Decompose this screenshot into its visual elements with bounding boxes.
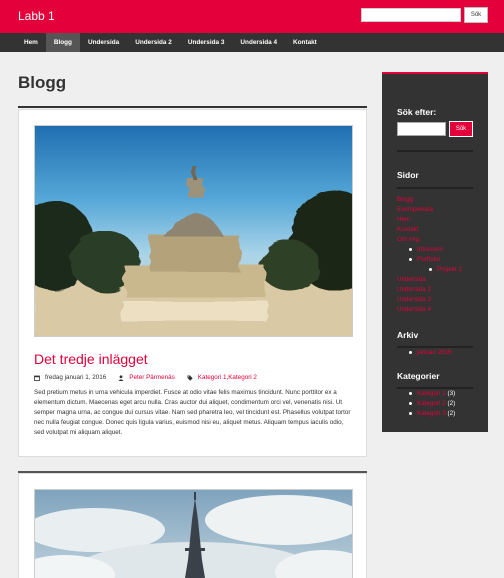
widget-divider [397, 346, 473, 348]
post-meta: fredag januari 1, 2016 Peter Pärmenäs Ka… [34, 374, 257, 381]
category-link[interactable]: Kategori 2 [417, 400, 446, 407]
sidebar-page-link[interactable]: Exempelsida [397, 206, 433, 213]
nav-item-undersida-2[interactable]: Undersida 2 [127, 33, 180, 52]
archive-widget-title: Arkiv [397, 330, 419, 340]
category-count: (2) [447, 410, 456, 417]
categories-widget-title: Kategorier [397, 371, 440, 381]
category-count: (2) [447, 400, 456, 407]
widget-divider [397, 187, 473, 189]
page-title: Blogg [18, 73, 67, 92]
sidebar-page-link[interactable]: Om mig [397, 236, 419, 243]
nav-item-hem[interactable]: Hem [16, 33, 46, 52]
sidebar-search-button[interactable]: Sök [449, 121, 473, 137]
list-bullet [409, 258, 412, 261]
blog-post: Det tredje inlägget fredag januari 1, 20… [18, 109, 367, 457]
blog-post [18, 473, 367, 578]
title-divider [18, 106, 367, 108]
site-title[interactable]: Labb 1 [18, 9, 55, 23]
sidebar-page-link[interactable]: Intressen [417, 246, 443, 253]
sidebar-page-link[interactable]: Blogg [397, 196, 413, 203]
category-link[interactable]: Kategori 3 [417, 410, 446, 417]
widget-divider [397, 387, 473, 389]
tag-icon [187, 375, 193, 381]
widget-divider [397, 150, 473, 152]
post-author[interactable]: Peter Pärmenäs [129, 374, 175, 381]
nav-item-blogg[interactable]: Blogg [45, 33, 80, 52]
sidebar-page-link[interactable]: Undersida 2 [397, 286, 431, 293]
user-icon [118, 374, 124, 381]
archive-link[interactable]: januari 2016 [417, 349, 452, 356]
header-search-input[interactable] [361, 8, 461, 22]
nav-item-undersida-4[interactable]: Undersida 4 [232, 33, 285, 52]
nav-item-undersida[interactable]: Undersida [80, 33, 127, 52]
category-count: (3) [447, 390, 456, 397]
nav-item-kontakt[interactable]: Kontakt [285, 33, 325, 52]
sidebar-page-link[interactable]: Kontakt [397, 226, 418, 233]
list-bullet [409, 392, 412, 395]
search-widget-title: Sök efter: [397, 107, 437, 117]
category-link[interactable]: Kategori 1 [417, 390, 446, 397]
sidebar-page-link[interactable]: Hem [397, 216, 410, 223]
pages-widget-title: Sidor [397, 170, 419, 180]
list-bullet [409, 351, 412, 354]
sidebar-page-link[interactable]: Undersida [397, 276, 426, 283]
sidebar-search-input[interactable] [397, 122, 446, 136]
sidebar-page-link[interactable]: Projekt 1 [437, 266, 462, 273]
calendar-icon [34, 375, 40, 381]
list-bullet [409, 402, 412, 405]
sidebar-page-link[interactable]: Undersida 4 [397, 306, 431, 313]
sidebar: Sök efter: Sök Sidor Blogg Exempelsida H… [382, 72, 488, 432]
post-image-eiffel[interactable] [34, 489, 353, 578]
list-bullet [409, 412, 412, 415]
category-item: Kategori 3 (2) [417, 410, 455, 417]
list-bullet [429, 268, 432, 271]
post-category[interactable]: Kategori 2 [228, 374, 257, 381]
main-nav: Hem Blogg Undersida Undersida 2 Undersid… [0, 33, 504, 52]
post-title[interactable]: Det tredje inlägget [34, 351, 148, 367]
post-image-capitol[interactable] [34, 125, 353, 337]
category-item: Kategori 2 (2) [417, 400, 455, 407]
header-search-button[interactable]: Sök [464, 7, 488, 23]
post-category[interactable]: Kategori 1 [198, 374, 227, 381]
site-header: Labb 1 Sök [0, 0, 504, 33]
category-item: Kategori 1 (3) [417, 390, 455, 397]
sidebar-page-link[interactable]: Portfolio [417, 256, 440, 263]
nav-item-undersida-3[interactable]: Undersida 3 [180, 33, 233, 52]
post-date: fredag januari 1, 2016 [45, 374, 107, 381]
sidebar-page-link[interactable]: Undersida 3 [397, 296, 431, 303]
post-excerpt: Sed pretium metus in urna vehicula imper… [34, 389, 351, 436]
list-bullet [409, 248, 412, 251]
